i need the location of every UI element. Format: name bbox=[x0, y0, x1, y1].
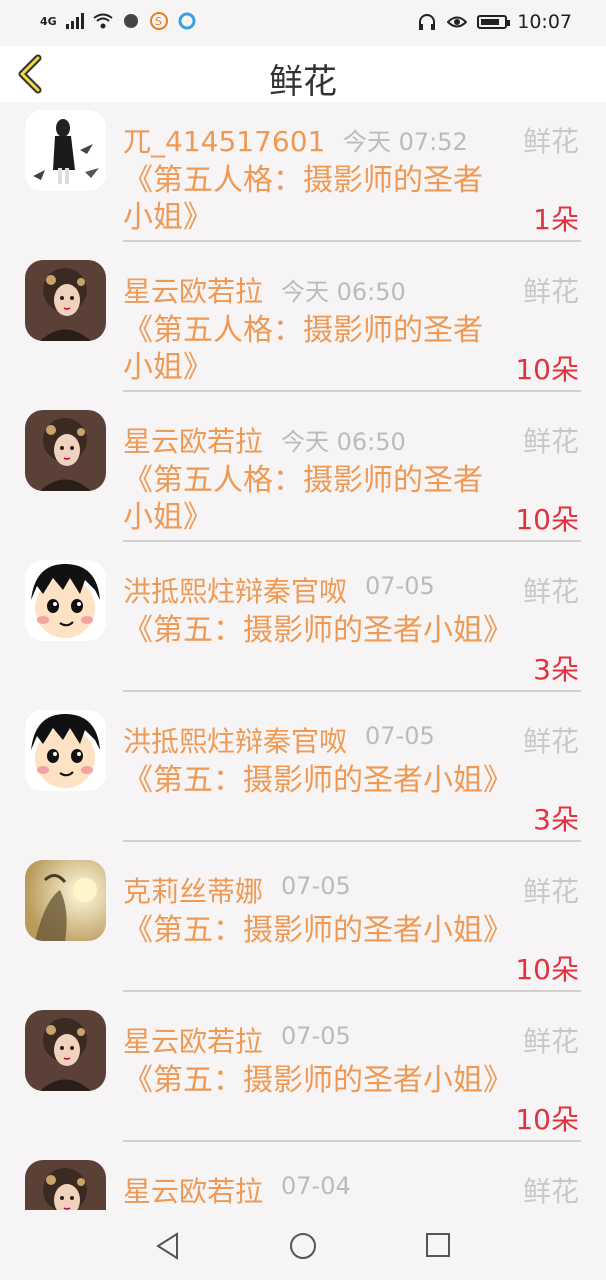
flower-count: 10朵 bbox=[515, 503, 579, 536]
book-title[interactable]: 《第五：摄影师的圣者小姐》 bbox=[123, 612, 513, 649]
signal-icon bbox=[65, 13, 84, 29]
divider bbox=[123, 240, 581, 242]
gift-type: 鲜花 bbox=[522, 1025, 579, 1058]
flower-list: 兀_414517601 今天 07:52 鲜花 《第五人格：摄影师的圣者小姐》 1朵 星云… bbox=[0, 102, 606, 1210]
gift-type: 鲜花 bbox=[522, 425, 579, 458]
avatar[interactable] bbox=[25, 410, 106, 491]
gift-type: 鲜花 bbox=[522, 725, 579, 758]
battery-icon bbox=[477, 15, 511, 29]
s-app-icon: S bbox=[149, 12, 168, 30]
clock: 10:07 bbox=[517, 11, 572, 33]
avatar[interactable] bbox=[25, 110, 106, 191]
nav-back-icon[interactable] bbox=[155, 1232, 181, 1260]
divider bbox=[123, 390, 581, 392]
headphone-icon bbox=[419, 14, 436, 30]
avatar[interactable] bbox=[25, 560, 106, 641]
list-item[interactable]: 星云欧若拉 07-04 鲜花 bbox=[0, 1152, 606, 1210]
gift-type: 鲜花 bbox=[522, 125, 579, 158]
divider bbox=[123, 1140, 581, 1142]
avatar[interactable] bbox=[25, 860, 106, 941]
svg-text:S: S bbox=[155, 15, 162, 28]
list-item[interactable]: 星云欧若拉 今天 06:50 鲜花 《第五人格：摄影师的圣者小姐》 10朵 bbox=[0, 252, 606, 402]
status-right: 10:07 bbox=[417, 11, 572, 33]
timestamp: 07-05 bbox=[281, 1022, 351, 1050]
blue-app-icon bbox=[178, 12, 196, 30]
timestamp: 07-05 bbox=[365, 572, 435, 600]
list-item[interactable]: 星云欧若拉 今天 06:50 鲜花 《第五人格：摄影师的圣者小姐》 10朵 bbox=[0, 402, 606, 552]
book-title[interactable]: 《第五：摄影师的圣者小姐》 bbox=[123, 762, 513, 799]
user-name[interactable]: 洪抵熙炷辩秦官呶 bbox=[123, 570, 347, 610]
user-name[interactable]: 星云欧若拉 bbox=[123, 420, 263, 460]
gift-type: 鲜花 bbox=[522, 275, 579, 308]
book-title[interactable]: 《第五人格：摄影师的圣者小姐》 bbox=[123, 312, 503, 386]
gift-type: 鲜花 bbox=[522, 575, 579, 608]
flower-count: 10朵 bbox=[515, 953, 579, 986]
flower-count: 10朵 bbox=[515, 353, 579, 386]
flower-count: 1朵 bbox=[533, 203, 579, 236]
timestamp: 今天 06:50 bbox=[281, 278, 406, 306]
user-name[interactable]: 星云欧若拉 bbox=[123, 1020, 263, 1060]
avatar[interactable] bbox=[25, 1160, 106, 1210]
avatar[interactable] bbox=[25, 260, 106, 341]
divider bbox=[123, 990, 581, 992]
timestamp: 07-05 bbox=[365, 722, 435, 750]
system-nav-bar bbox=[0, 1210, 606, 1280]
flower-count: 3朵 bbox=[533, 653, 579, 686]
user-name[interactable]: 星云欧若拉 bbox=[123, 270, 263, 310]
flower-count: 10朵 bbox=[515, 1103, 579, 1136]
app-header: 鲜花 bbox=[0, 46, 606, 102]
avatar[interactable] bbox=[25, 1010, 106, 1091]
divider bbox=[123, 840, 581, 842]
timestamp: 07-04 bbox=[281, 1172, 351, 1200]
nav-home-icon[interactable] bbox=[289, 1232, 317, 1260]
divider bbox=[123, 690, 581, 692]
user-name[interactable]: 星云欧若拉 bbox=[123, 1170, 263, 1210]
list-item[interactable]: 克莉丝蒂娜 07-05 鲜花 《第五：摄影师的圣者小姐》 10朵 bbox=[0, 852, 606, 1002]
status-left: 4G S bbox=[40, 12, 197, 30]
flower-count: 3朵 bbox=[533, 803, 579, 836]
timestamp: 07-05 bbox=[281, 872, 351, 900]
user-name[interactable]: 洪抵熙炷辩秦官呶 bbox=[123, 720, 347, 760]
user-name[interactable]: 兀_414517601 bbox=[123, 120, 325, 160]
list-item[interactable]: 洪抵熙炷辩秦官呶 07-05 鲜花 《第五：摄影师的圣者小姐》 3朵 bbox=[0, 552, 606, 702]
book-title[interactable]: 《第五：摄影师的圣者小姐》 bbox=[123, 1062, 513, 1099]
gift-type: 鲜花 bbox=[522, 1175, 579, 1208]
list-item[interactable]: 星云欧若拉 07-05 鲜花 《第五：摄影师的圣者小姐》 10朵 bbox=[0, 1002, 606, 1152]
page-title: 鲜花 bbox=[269, 62, 337, 102]
book-title[interactable]: 《第五人格：摄影师的圣者小姐》 bbox=[123, 162, 503, 236]
network-label: 4G bbox=[40, 14, 57, 28]
book-title[interactable]: 《第五人格：摄影师的圣者小姐》 bbox=[123, 462, 503, 536]
gift-type: 鲜花 bbox=[522, 875, 579, 908]
list-item[interactable]: 洪抵熙炷辩秦官呶 07-05 鲜花 《第五：摄影师的圣者小姐》 3朵 bbox=[0, 702, 606, 852]
wifi-icon bbox=[93, 13, 113, 29]
avatar[interactable] bbox=[25, 710, 106, 791]
timestamp: 今天 06:50 bbox=[281, 428, 406, 456]
nav-recents-icon[interactable] bbox=[425, 1232, 451, 1258]
user-name[interactable]: 克莉丝蒂娜 bbox=[123, 870, 263, 910]
app-notification-icon bbox=[123, 14, 138, 28]
status-bar: 4G S 10:07 bbox=[0, 0, 606, 46]
divider bbox=[123, 540, 581, 542]
eye-icon bbox=[447, 16, 468, 28]
book-title[interactable]: 《第五：摄影师的圣者小姐》 bbox=[123, 912, 513, 949]
timestamp: 今天 07:52 bbox=[343, 128, 468, 156]
list-item[interactable]: 兀_414517601 今天 07:52 鲜花 《第五人格：摄影师的圣者小姐》 1朵 bbox=[0, 102, 606, 252]
